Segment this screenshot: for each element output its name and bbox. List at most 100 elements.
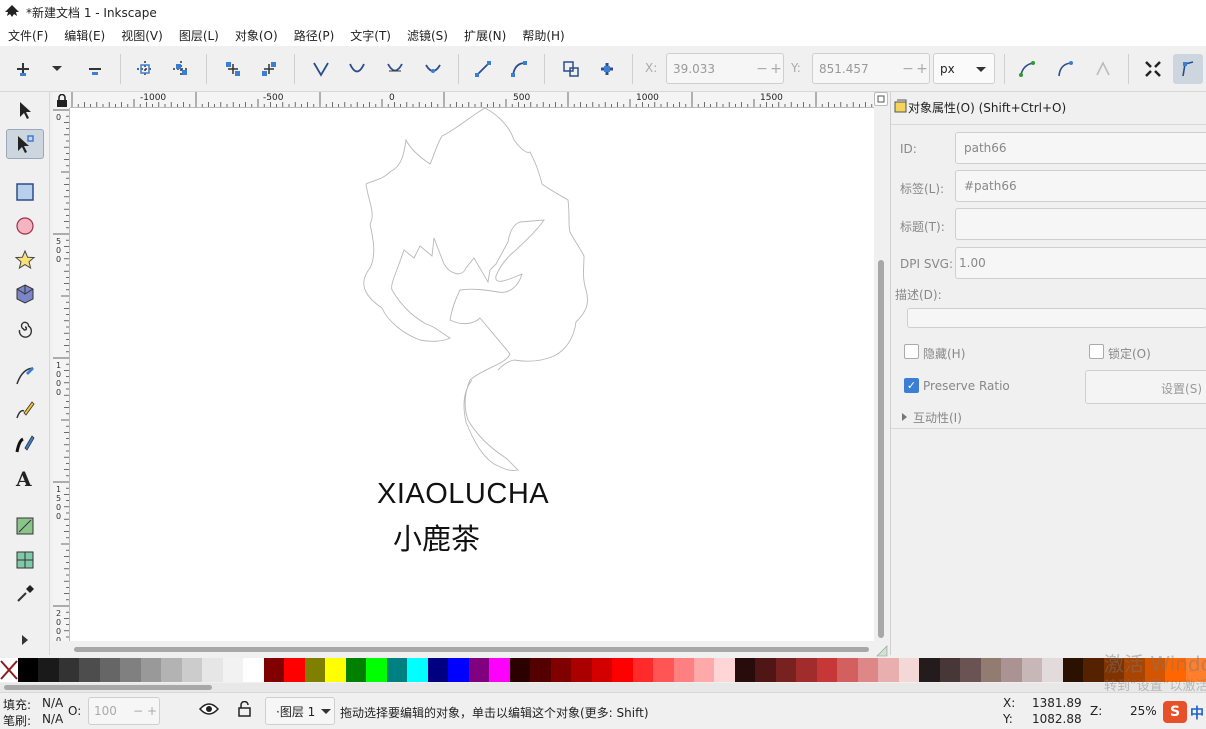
id-field[interactable]: path66: [955, 132, 1206, 164]
leaf-deer-logo-path[interactable]: [70, 108, 874, 641]
settings-button[interactable]: 设置(S): [1085, 370, 1206, 404]
3d-box-tool-icon[interactable]: [6, 279, 44, 309]
color-swatch[interactable]: [325, 658, 346, 682]
dpi-field[interactable]: 1.00: [955, 247, 1206, 279]
break-path-icon[interactable]: [168, 56, 194, 82]
color-swatch[interactable]: [734, 658, 756, 682]
zoom-value[interactable]: 25%: [1130, 704, 1157, 718]
show-transform-handles-icon[interactable]: [1014, 56, 1040, 82]
ime-mode[interactable]: 中: [1190, 703, 1204, 723]
color-swatch[interactable]: [612, 658, 633, 682]
color-swatch[interactable]: [550, 658, 572, 682]
line-segment-icon[interactable]: [470, 56, 496, 82]
menu-file[interactable]: 文件(F): [0, 27, 56, 44]
color-swatch[interactable]: [857, 658, 879, 682]
color-swatch[interactable]: [345, 658, 367, 682]
menu-filters[interactable]: 滤镜(S): [399, 27, 456, 44]
color-swatch[interactable]: [18, 658, 39, 682]
color-swatch[interactable]: [878, 658, 899, 682]
spiral-tool-icon[interactable]: [6, 313, 44, 343]
menu-text[interactable]: 文字(T): [342, 27, 399, 44]
unlock-icon[interactable]: [237, 700, 253, 720]
color-swatch[interactable]: [38, 658, 59, 682]
color-swatch[interactable]: [222, 658, 244, 682]
color-swatch[interactable]: [653, 658, 674, 682]
delete-segment-icon[interactable]: [256, 56, 282, 82]
y-increment-button[interactable]: +: [915, 61, 929, 77]
text-tool-icon[interactable]: A: [6, 463, 44, 493]
color-swatch[interactable]: [1042, 658, 1063, 682]
color-swatch[interactable]: [58, 658, 80, 682]
description-field[interactable]: [907, 308, 1206, 328]
color-swatch[interactable]: [181, 658, 203, 682]
color-swatch[interactable]: [980, 658, 1002, 682]
fill-value[interactable]: N/A: [42, 696, 63, 710]
curve-segment-icon[interactable]: [506, 56, 532, 82]
y-decrement-button[interactable]: −: [901, 61, 915, 77]
drawing-canvas[interactable]: XIAOLUCHA 小鹿茶: [70, 108, 874, 641]
ime-logo-icon[interactable]: S: [1163, 701, 1187, 723]
logo-text-english[interactable]: XIAOLUCHA: [377, 478, 549, 511]
menu-layer[interactable]: 图层(L): [171, 27, 227, 44]
color-swatch[interactable]: [468, 658, 490, 682]
unit-select[interactable]: px: [933, 53, 995, 84]
color-palette[interactable]: [18, 658, 1206, 682]
lock-checkbox[interactable]: [1089, 344, 1104, 359]
node-tool-icon[interactable]: [6, 129, 44, 159]
insert-node-icon[interactable]: [10, 56, 36, 82]
horizontal-scroll-thumb[interactable]: [74, 647, 869, 652]
eye-icon[interactable]: [198, 702, 220, 719]
menu-view[interactable]: 视图(V): [113, 27, 171, 44]
color-swatch[interactable]: [714, 658, 735, 682]
x-coordinate-field[interactable]: 39.033 − +: [666, 53, 784, 84]
color-swatch[interactable]: [796, 658, 817, 682]
object-to-path-icon[interactable]: [558, 56, 584, 82]
hide-checkbox[interactable]: [904, 344, 919, 359]
color-swatch[interactable]: [755, 658, 776, 682]
cusp-node-icon[interactable]: [308, 56, 334, 82]
color-swatch[interactable]: [571, 658, 592, 682]
gradient-tool-icon[interactable]: [6, 511, 44, 541]
color-swatch[interactable]: [1001, 658, 1022, 682]
join-segment-icon[interactable]: [220, 56, 246, 82]
show-outline-icon[interactable]: [1090, 56, 1116, 82]
selector-tool-icon[interactable]: [6, 95, 44, 125]
color-swatch[interactable]: [448, 658, 469, 682]
color-swatch[interactable]: [1062, 658, 1084, 682]
y-coordinate-field[interactable]: 851.457 − +: [812, 53, 930, 84]
opacity-field[interactable]: 100 − +: [88, 697, 160, 725]
color-swatch[interactable]: [243, 658, 264, 682]
color-swatch[interactable]: [673, 658, 694, 682]
color-swatch[interactable]: [407, 658, 428, 682]
color-swatch[interactable]: [304, 658, 326, 682]
color-swatch[interactable]: [284, 658, 305, 682]
auto-smooth-node-icon[interactable]: [420, 56, 446, 82]
layer-select[interactable]: ·图层 1: [265, 697, 335, 725]
lock-guides-icon[interactable]: [53, 92, 70, 108]
color-swatch[interactable]: [140, 658, 162, 682]
smooth-node-icon[interactable]: [344, 56, 370, 82]
color-swatch[interactable]: [386, 658, 408, 682]
palette-scroll-thumb[interactable]: [4, 685, 212, 690]
vertical-scrollbar[interactable]: [875, 108, 887, 641]
x-decrement-button[interactable]: −: [755, 61, 769, 77]
calligraphy-tool-icon[interactable]: [6, 429, 44, 459]
horizontal-ruler[interactable]: -1000 -500 0 500 1000 1500: [70, 92, 874, 108]
color-swatch[interactable]: [632, 658, 654, 682]
horizontal-scrollbar[interactable]: [70, 643, 874, 655]
opacity-decrement-button[interactable]: −: [131, 704, 145, 718]
color-swatch[interactable]: [775, 658, 797, 682]
zoom-corner-icon[interactable]: [874, 92, 888, 106]
no-paint-swatch-icon[interactable]: [0, 658, 18, 682]
color-swatch[interactable]: [120, 658, 141, 682]
color-swatch[interactable]: [837, 658, 858, 682]
mesh-tool-icon[interactable]: [6, 545, 44, 575]
opacity-increment-button[interactable]: +: [145, 704, 159, 718]
palette-scrollbar[interactable]: [0, 683, 1206, 692]
symmetric-node-icon[interactable]: [382, 56, 408, 82]
color-swatch[interactable]: [161, 658, 182, 682]
menu-extensions[interactable]: 扩展(N): [456, 27, 514, 44]
ellipse-tool-icon[interactable]: [6, 211, 44, 241]
interactivity-expander[interactable]: 互动性(I): [901, 409, 962, 426]
color-swatch[interactable]: [1083, 658, 1104, 682]
